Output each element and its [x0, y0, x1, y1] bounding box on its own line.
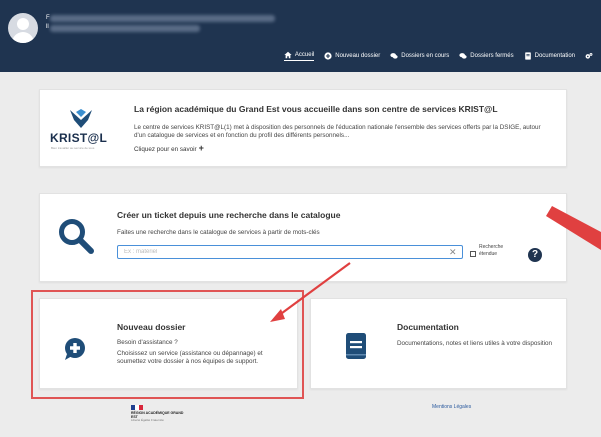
main-nav: Accueil Nouveau dossier Dossiers en cour… [283, 51, 593, 61]
nav-label: Documentation [534, 53, 575, 59]
nav-label: Dossiers fermés [470, 53, 514, 59]
catalog-search-card: Créer un ticket depuis une recherche dan… [39, 193, 567, 282]
search-title: Créer un ticket depuis une recherche dan… [117, 210, 341, 220]
documentation-card[interactable]: Documentation Documentations, notes et l… [310, 298, 567, 389]
home-icon [284, 51, 292, 59]
book-icon [524, 52, 531, 60]
welcome-card: KRIST@L Bien travailler au service de to… [39, 89, 567, 167]
nav-label: Accueil [294, 52, 315, 58]
legal-notice-link[interactable]: Mentions Légales [432, 404, 471, 410]
documentation-text: Documentations, notes et liens utiles à … [397, 340, 553, 347]
learn-more-link[interactable]: Cliquez pour en savoir + [134, 143, 204, 153]
chat-icon [390, 53, 398, 59]
logo-tagline: Bien travailler au service de tous [51, 146, 95, 150]
nav-closed-tickets[interactable]: Dossiers fermés [459, 52, 514, 60]
gears-icon [585, 52, 593, 59]
new-ticket-text: Besoin d'assistance ? Choisissez un serv… [117, 339, 287, 366]
new-ticket-question: Besoin d'assistance ? [117, 339, 178, 346]
documentation-title: Documentation [397, 322, 459, 332]
blurred-user-info [50, 25, 200, 32]
nav-label: Dossiers en cours [401, 53, 450, 59]
nav-label: Nouveau dossier [335, 53, 381, 59]
nav-settings[interactable] [585, 52, 593, 60]
region-logo-motto: Liberté Égalité Fraternité [131, 418, 164, 422]
nav-documentation[interactable]: Documentation [524, 52, 575, 60]
search-description: Faites une recherche dans le catalogue d… [117, 229, 320, 236]
region-logo: RÉGION ACADÉMIQUE GRAND EST Liberté Égal… [131, 405, 191, 435]
new-ticket-title: Nouveau dossier [117, 322, 186, 332]
kristal-logo: KRIST@L Bien travailler au service de to… [50, 108, 114, 152]
user-role: ll [46, 24, 49, 30]
logo-wordmark: KRIST@L [50, 131, 108, 145]
nav-home[interactable]: Accueil [283, 51, 315, 61]
learn-more-label: Cliquez pour en savoir [134, 146, 197, 153]
clear-icon[interactable]: ✕ [449, 246, 457, 258]
avatar[interactable] [8, 13, 38, 43]
extended-search-checkbox[interactable] [470, 251, 476, 257]
top-bar: F ll Accueil Nouveau dossier Dossiers en… [0, 0, 601, 72]
plus-circle-icon [324, 52, 332, 60]
nav-new-ticket[interactable]: Nouveau dossier [324, 52, 380, 60]
catalog-search-input[interactable] [117, 245, 463, 259]
book-icon [346, 333, 366, 359]
new-ticket-description: Choisissez un service (assistance ou dép… [117, 350, 263, 365]
new-ticket-card[interactable]: Nouveau dossier Besoin d'assistance ? Ch… [39, 298, 298, 389]
nav-open-tickets[interactable]: Dossiers en cours [390, 52, 449, 60]
search-icon [59, 219, 94, 254]
extended-search-label: Recherche étendue [479, 244, 504, 257]
help-icon[interactable]: ? [528, 248, 542, 262]
welcome-title: La région académique du Grand Est vous a… [134, 104, 498, 114]
plus-icon: + [198, 143, 204, 153]
chat-plus-icon [65, 338, 85, 360]
flag-icon [131, 405, 143, 410]
blurred-user-info [50, 15, 275, 22]
chat-icon [459, 53, 467, 59]
welcome-text: Le centre de services KRIST@L(1) met à d… [134, 124, 541, 139]
